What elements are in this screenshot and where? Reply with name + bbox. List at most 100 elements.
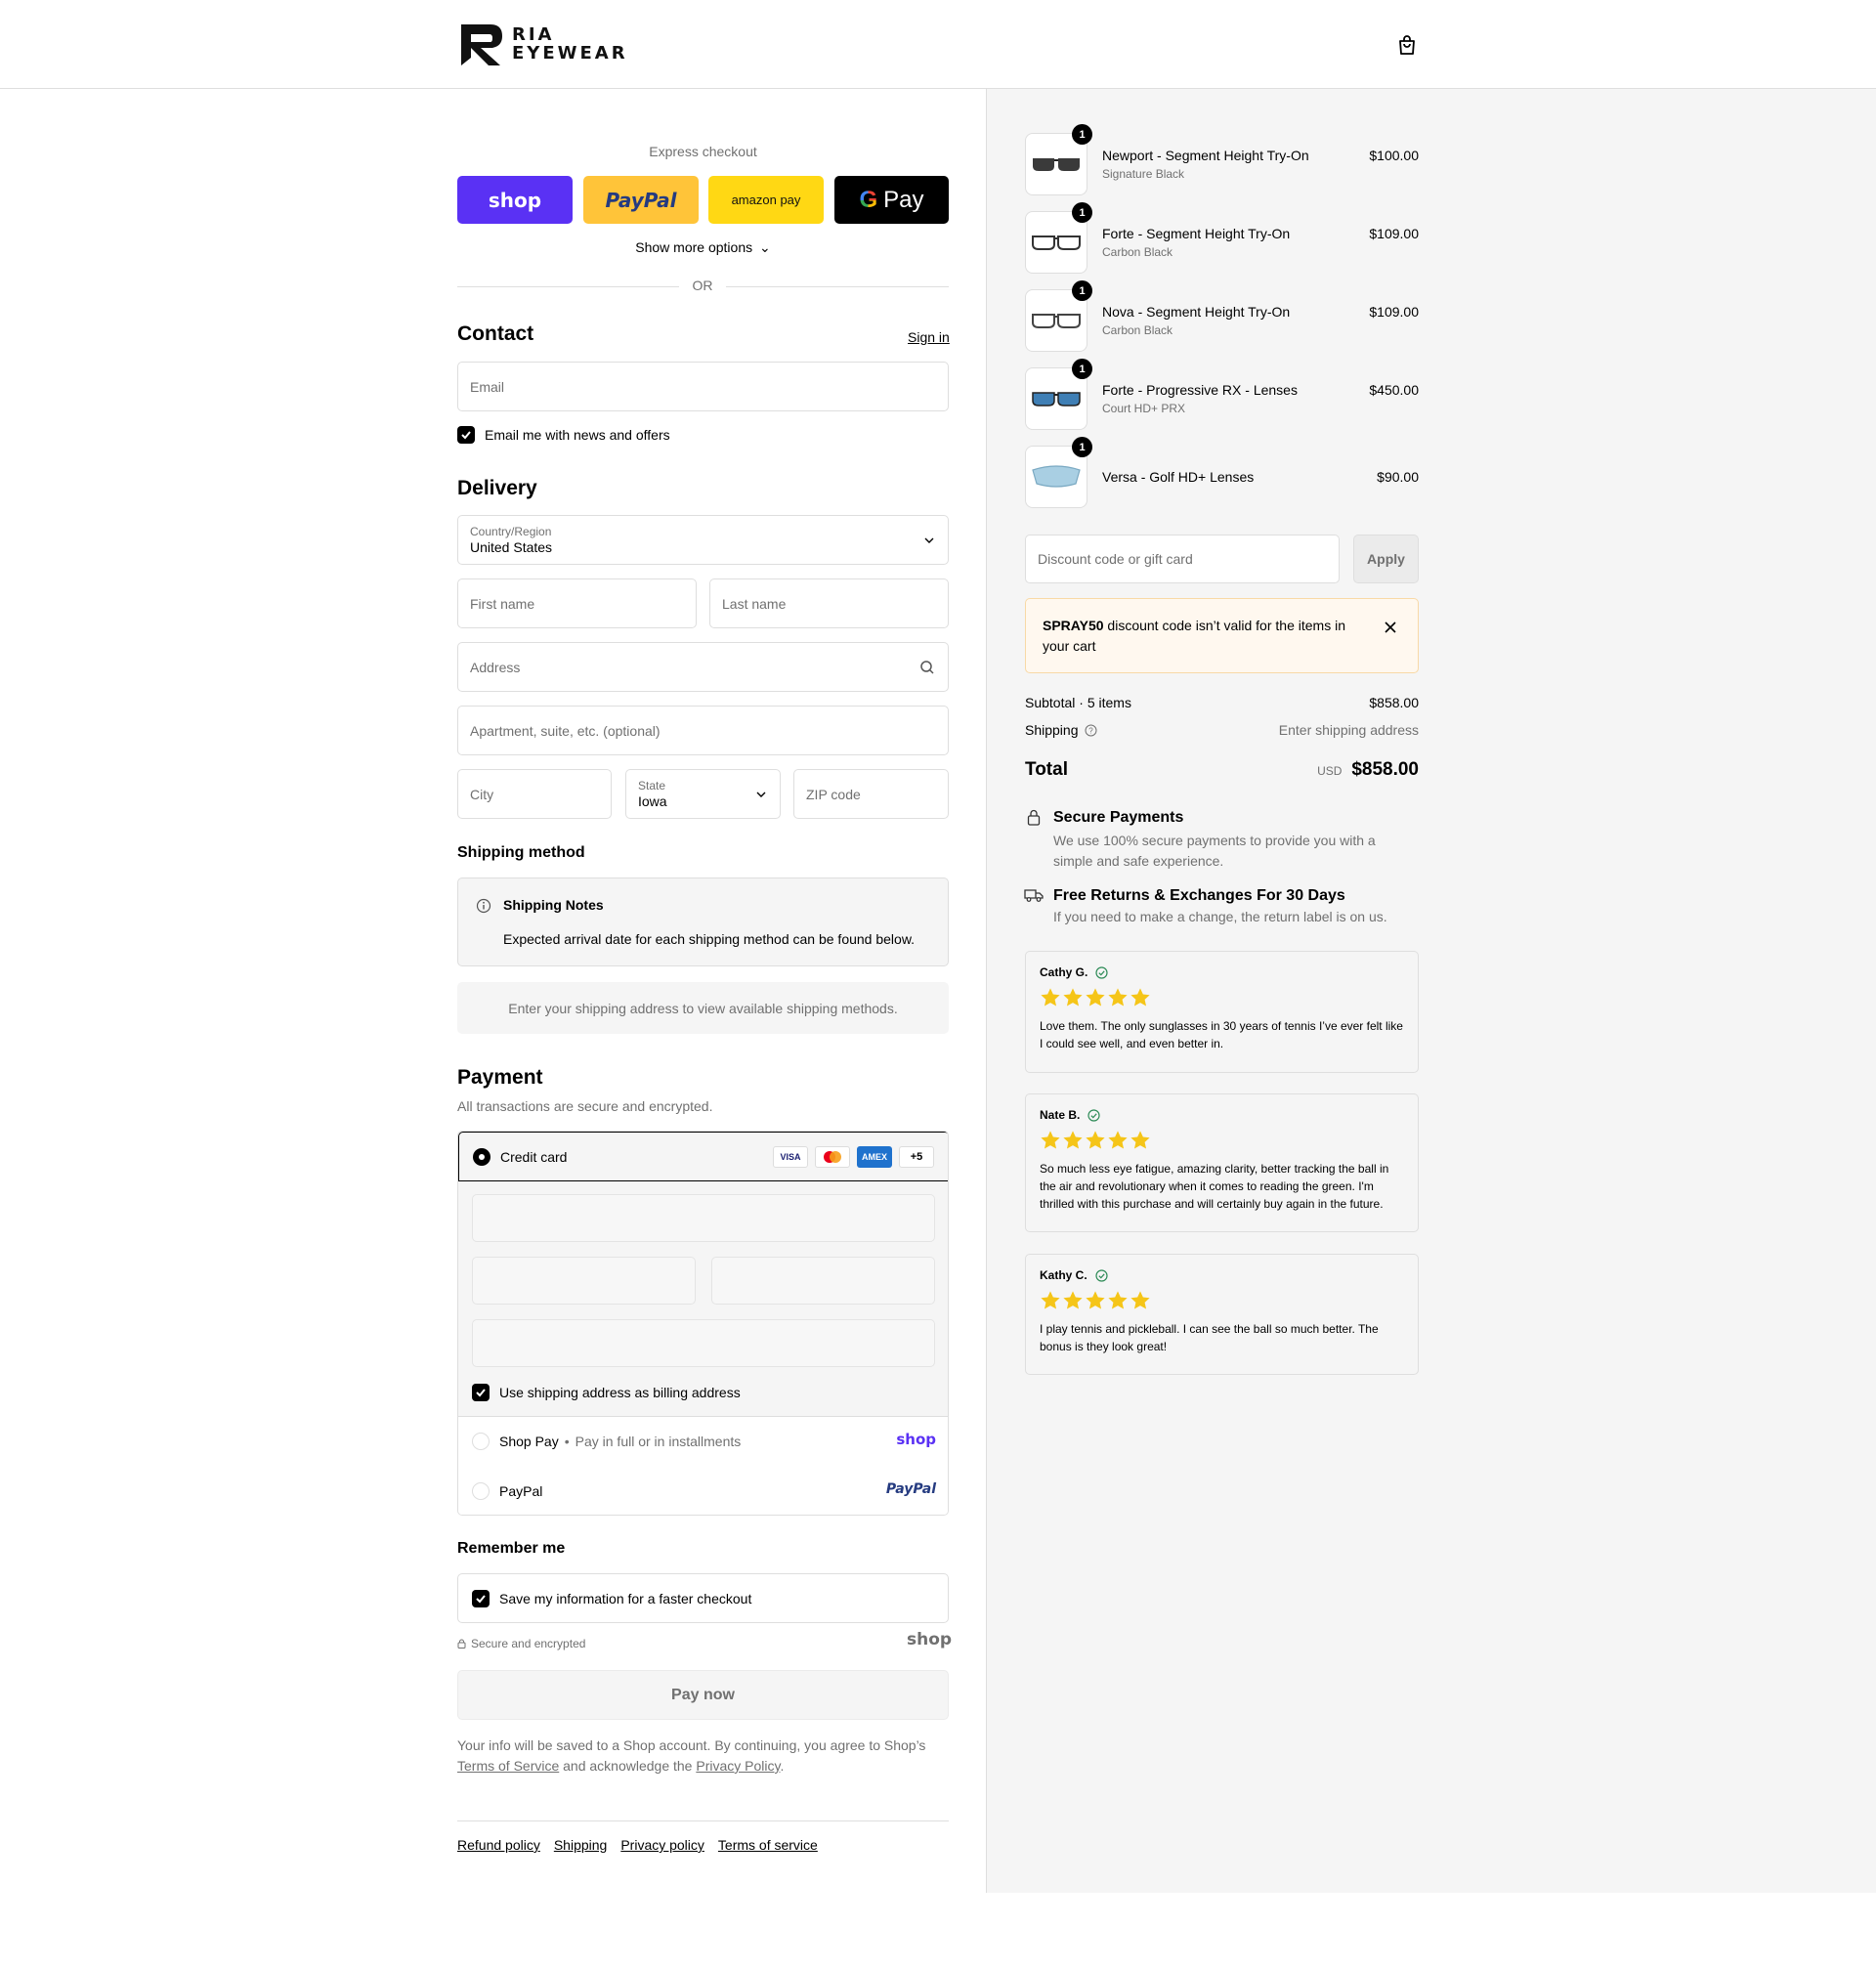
- item-price: $90.00: [1377, 469, 1419, 485]
- close-icon[interactable]: [1385, 621, 1396, 633]
- first-name-field[interactable]: First name: [457, 578, 697, 628]
- save-info-label: Save my information for a faster checkou…: [499, 1590, 752, 1606]
- free-returns-title: Free Returns & Exchanges For 30 Days: [1053, 887, 1345, 904]
- legal-text-end: .: [780, 1758, 785, 1774]
- payment-title: Payment: [457, 1066, 543, 1089]
- apply-discount-button[interactable]: Apply: [1353, 535, 1419, 583]
- security-code-field[interactable]: [711, 1257, 935, 1305]
- brand-logo[interactable]: RIA EYEWEAR: [457, 21, 628, 67]
- shop-pay-express-button[interactable]: shop: [457, 176, 573, 224]
- verified-check-icon: [1095, 1268, 1108, 1282]
- expiration-date-field[interactable]: [472, 1257, 696, 1305]
- delivery-truck-icon: [1024, 889, 1044, 902]
- discount-placeholder: Discount code or gift card: [1038, 551, 1193, 567]
- item-name: Newport - Segment Height Try-On: [1102, 148, 1309, 163]
- apartment-field[interactable]: Apartment, suite, etc. (optional): [457, 706, 949, 755]
- paypal-express-button[interactable]: PayPal: [583, 176, 699, 224]
- shipping-policy-link[interactable]: Shipping: [554, 1837, 608, 1853]
- payment-methods: Credit card VISA AMEX +5 Use shipping ad…: [457, 1131, 949, 1516]
- item-price: $100.00: [1369, 148, 1419, 163]
- card-number-field[interactable]: [472, 1194, 935, 1242]
- shop-logo: shop: [488, 188, 542, 212]
- total-value: $858.00: [1351, 759, 1419, 780]
- terms-of-service-footer-link[interactable]: Terms of service: [718, 1837, 818, 1853]
- separator-dot: •: [564, 1434, 570, 1449]
- paypal-option[interactable]: PayPal PayPal: [458, 1466, 948, 1515]
- paypal-logo: PayPal: [885, 1481, 936, 1497]
- city-placeholder: City: [470, 786, 494, 802]
- chevron-down-icon: ⌄: [759, 239, 771, 255]
- credit-card-radio[interactable]: [473, 1147, 490, 1166]
- pay-now-button[interactable]: Pay now: [457, 1670, 949, 1720]
- info-icon: [476, 898, 491, 914]
- item-price: $109.00: [1369, 226, 1419, 241]
- star-icon: [1130, 1291, 1150, 1309]
- address-field[interactable]: Address: [457, 642, 949, 692]
- credit-card-option[interactable]: Credit card VISA AMEX +5: [458, 1132, 948, 1181]
- mastercard-icon: [815, 1146, 850, 1168]
- google-pay-express-button[interactable]: G Pay: [834, 176, 949, 224]
- shop-pay-radio[interactable]: [472, 1433, 490, 1450]
- item-price: $450.00: [1369, 382, 1419, 398]
- discount-code: SPRAY50: [1043, 618, 1104, 633]
- privacy-policy-footer-link[interactable]: Privacy policy: [620, 1837, 704, 1853]
- item-variant: Court HD+ PRX: [1102, 402, 1186, 415]
- item-variant: Carbon Black: [1102, 245, 1173, 259]
- billing-checkbox-row[interactable]: Use shipping address as billing address: [472, 1384, 741, 1401]
- star-rating: [1040, 1130, 1404, 1151]
- currency-label: USD: [1317, 764, 1343, 778]
- free-returns-body: If you need to make a change, the return…: [1053, 909, 1387, 924]
- footer-divider: [457, 1820, 949, 1821]
- terms-of-service-link[interactable]: Terms of Service: [457, 1758, 559, 1774]
- zip-field[interactable]: ZIP code: [793, 769, 949, 819]
- state-select[interactable]: State Iowa: [625, 769, 781, 819]
- chevron-down-icon: [756, 792, 766, 797]
- shopping-bag-icon[interactable]: [1395, 33, 1419, 57]
- review-card: Cathy G. Love them. The only sunglasses …: [1025, 951, 1419, 1073]
- discount-code-field[interactable]: Discount code or gift card: [1025, 535, 1340, 583]
- secure-note: Secure and encrypted: [457, 1637, 585, 1650]
- product-thumbnail: 1: [1025, 124, 1092, 195]
- shop-pay-logo: shop: [896, 1431, 936, 1448]
- chevron-down-icon: [924, 537, 934, 543]
- item-name: Versa - Golf HD+ Lenses: [1102, 469, 1255, 485]
- name-on-card-field[interactable]: [472, 1319, 935, 1367]
- star-icon: [1108, 1131, 1128, 1149]
- visa-logo: VISA: [773, 1146, 808, 1168]
- news-checkbox[interactable]: [457, 426, 475, 444]
- sign-in-link[interactable]: Sign in: [908, 329, 950, 345]
- save-info-checkbox[interactable]: [472, 1589, 490, 1607]
- item-name: Forte - Segment Height Try-On: [1102, 226, 1291, 241]
- apartment-placeholder: Apartment, suite, etc. (optional): [470, 722, 661, 739]
- star-icon: [1130, 1131, 1150, 1149]
- checkmark-icon: [476, 1389, 486, 1397]
- shipping-method-title: Shipping method: [457, 844, 585, 861]
- privacy-policy-link[interactable]: Privacy Policy: [696, 1758, 780, 1774]
- item-price: $109.00: [1369, 304, 1419, 320]
- credit-card-form: Use shipping address as billing address: [458, 1181, 948, 1417]
- shop-pay-option[interactable]: Shop Pay • Pay in full or in installment…: [458, 1417, 948, 1467]
- amazon-pay-express-button[interactable]: amazon pay: [708, 176, 824, 224]
- country-select[interactable]: Country/Region United States: [457, 515, 949, 565]
- footer-links: Refund policy Shipping Privacy policy Te…: [457, 1837, 818, 1853]
- paypal-radio[interactable]: [472, 1481, 490, 1500]
- checkmark-icon: [461, 431, 471, 440]
- refund-policy-link[interactable]: Refund policy: [457, 1837, 540, 1853]
- shop-pay-sublabel: Pay in full or in installments: [575, 1434, 742, 1449]
- reviewer-name: Nate B.: [1040, 1108, 1081, 1122]
- subtotal-label: Subtotal · 5 items: [1025, 695, 1131, 710]
- brand-line2: EYEWEAR: [512, 43, 628, 64]
- product-thumbnail: 1: [1025, 280, 1092, 352]
- help-icon[interactable]: ?: [1085, 724, 1097, 737]
- billing-checkbox[interactable]: [472, 1384, 490, 1401]
- shipping-notes-title: Shipping Notes: [503, 897, 604, 913]
- remember-me-option[interactable]: Save my information for a faster checkou…: [457, 1573, 949, 1623]
- more-cards-badge: +5: [899, 1146, 934, 1168]
- city-field[interactable]: City: [457, 769, 612, 819]
- email-field[interactable]: Email: [457, 362, 949, 411]
- last-name-field[interactable]: Last name: [709, 578, 949, 628]
- zip-placeholder: ZIP code: [806, 786, 861, 802]
- show-more-options-button[interactable]: Show more options ⌄: [457, 239, 949, 256]
- review-body: Love them. The only sunglasses in 30 yea…: [1040, 1019, 1403, 1050]
- news-checkbox-row[interactable]: Email me with news and offers: [457, 426, 670, 444]
